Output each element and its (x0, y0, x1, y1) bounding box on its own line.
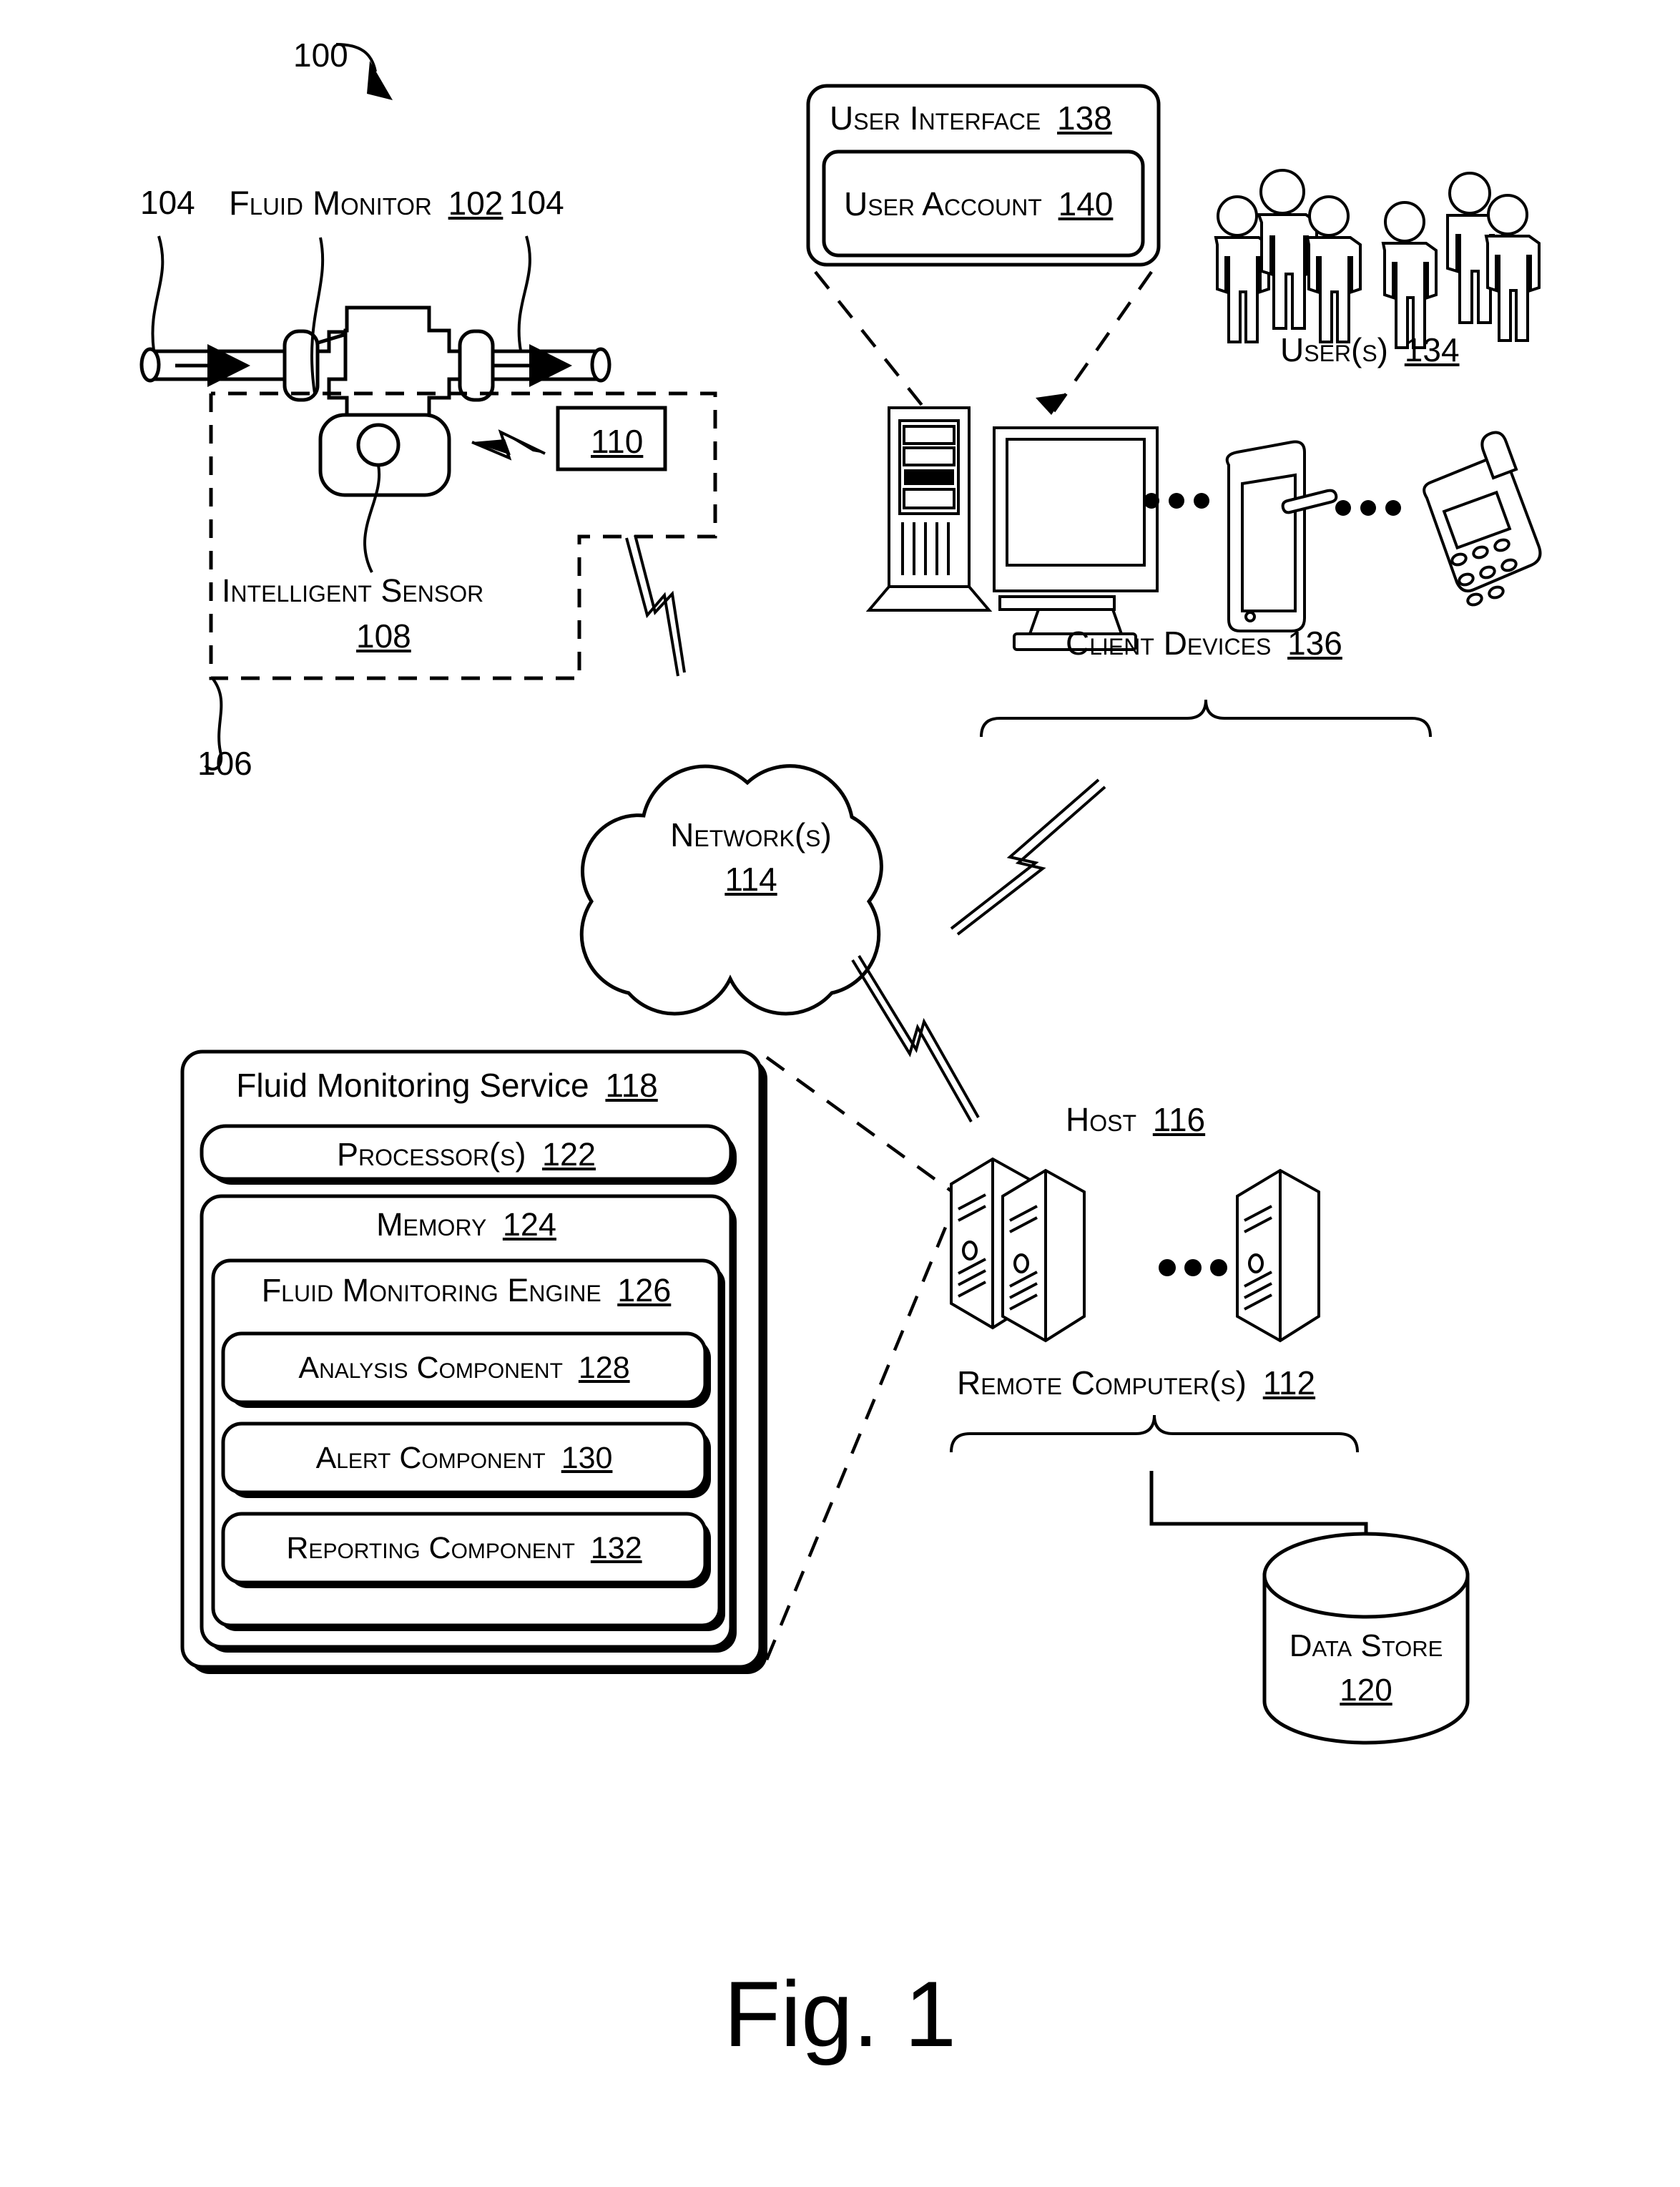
users-label: User(s) 134 (1280, 331, 1460, 369)
reporting-component-text: Reporting Component (286, 1531, 575, 1565)
service-title-ref: 118 (605, 1067, 658, 1104)
ui-leader-left (814, 270, 931, 416)
fluid-monitor-body (283, 305, 495, 424)
remote-computers-brace (950, 1414, 1359, 1453)
processor-label-text: Processor(s) (336, 1136, 526, 1173)
engine-label-text: Fluid Monitoring Engine (261, 1272, 601, 1308)
leader-104-left (151, 235, 164, 351)
reporting-component-label: Reporting Component 132 (223, 1531, 705, 1566)
service-host-leader-bottom (765, 1195, 961, 1660)
ref-110: 110 (591, 423, 644, 460)
user-account-label-text: User Account (844, 185, 1042, 222)
data-store-label-text: Data Store (1289, 1628, 1443, 1663)
service-title-text: Fluid Monitoring Service (236, 1067, 589, 1104)
memory-label-text: Memory (376, 1206, 487, 1243)
ui-leader-arrowhead (1036, 393, 1066, 415)
tablet-icon (1225, 440, 1338, 632)
host-label-text: Host (1066, 1101, 1137, 1138)
intelligent-sensor-label: Intelligent Sensor (222, 572, 484, 609)
mobile-phone-icon (1423, 431, 1542, 607)
desktop-tower-icon (865, 406, 993, 612)
device-ellipsis-2 (1335, 500, 1401, 516)
fluid-monitor-label-text: Fluid Monitor (229, 184, 432, 222)
intelligent-sensor-ref: 108 (356, 617, 411, 655)
processor-label-ref: 122 (541, 1136, 596, 1173)
client-devices-brace (980, 699, 1432, 738)
person-icon (1381, 201, 1438, 349)
alert-component-ref: 130 (561, 1441, 613, 1475)
users-group (1214, 169, 1541, 349)
client-devices-label-ref: 136 (1287, 625, 1342, 662)
sensor-network-lightning-icon (625, 534, 686, 677)
client-network-lightning-icon (950, 778, 1106, 936)
analysis-component-text: Analysis Component (298, 1351, 563, 1385)
service-host-leader-top (765, 1056, 960, 1198)
processor-label: Processor(s) 122 (202, 1136, 731, 1173)
remote-computers-text: Remote Computer(s) (957, 1364, 1247, 1401)
person-icon (1305, 195, 1362, 343)
server-ellipsis (1159, 1259, 1227, 1276)
engine-label: Fluid Monitoring Engine 126 (213, 1272, 719, 1309)
fluid-monitor-label: Fluid Monitor 102 (229, 183, 503, 222)
user-account-label-ref: 140 (1058, 185, 1114, 222)
flange-right (458, 329, 495, 402)
client-devices-label-text: Client Devices (1066, 625, 1272, 662)
host-label: Host 116 (1066, 1100, 1205, 1139)
remote-computers-ref: 112 (1262, 1364, 1316, 1401)
user-interface-label: User Interface 138 (830, 99, 1112, 137)
users-label-text: User(s) (1280, 331, 1388, 368)
memory-label: Memory 124 (202, 1206, 731, 1243)
crt-monitor-icon (993, 426, 1159, 651)
fluid-monitor-label-ref: 102 (448, 185, 503, 222)
system-ref-100: 100 (293, 36, 348, 74)
ui-leader-right (1050, 270, 1153, 416)
service-title: Fluid Monitoring Service 118 (202, 1066, 692, 1105)
host-label-ref: 116 (1152, 1101, 1206, 1138)
user-interface-label-text: User Interface (830, 99, 1041, 137)
intelligent-sensor-housing (318, 413, 451, 497)
person-icon (1484, 194, 1541, 342)
ref-104-right: 104 (509, 184, 564, 221)
analysis-component-ref: 128 (578, 1351, 630, 1385)
leader-104-right (517, 235, 531, 351)
memory-label-ref: 124 (502, 1206, 556, 1243)
client-devices-group (865, 406, 1542, 738)
engine-label-ref: 126 (617, 1272, 672, 1308)
user-interface-label-ref: 138 (1057, 99, 1112, 137)
ref-104-left: 104 (140, 184, 195, 221)
network-cloud-icon (579, 764, 883, 1016)
network-host-lightning-icon (851, 954, 980, 1122)
user-account-label: User Account 140 (844, 185, 1113, 223)
figure-caption: Fig. 1 (723, 1962, 957, 2066)
remote-computers-label: Remote Computer(s) 112 (957, 1364, 1315, 1402)
server-tower-icon (1236, 1168, 1320, 1343)
fluid-monitor-assembly (139, 235, 717, 770)
analysis-component-label: Analysis Component 128 (223, 1351, 705, 1386)
reporting-component-ref: 132 (590, 1531, 642, 1565)
alert-component-text: Alert Component (315, 1441, 546, 1475)
patent-figure-page: 100 104 Fluid Monitor 102 104 110 Intell… (0, 0, 1680, 2187)
ref-106: 106 (197, 745, 252, 782)
client-devices-label: Client Devices 136 (1066, 624, 1342, 662)
device-ellipsis-1 (1144, 493, 1209, 509)
sensor-wireless-lightning-icon (471, 429, 546, 461)
data-store-label-ref: 120 (1340, 1673, 1392, 1708)
alert-component-label: Alert Component 130 (223, 1441, 705, 1476)
users-label-ref: 134 (1404, 331, 1460, 368)
server-tower-icon (1001, 1168, 1086, 1343)
